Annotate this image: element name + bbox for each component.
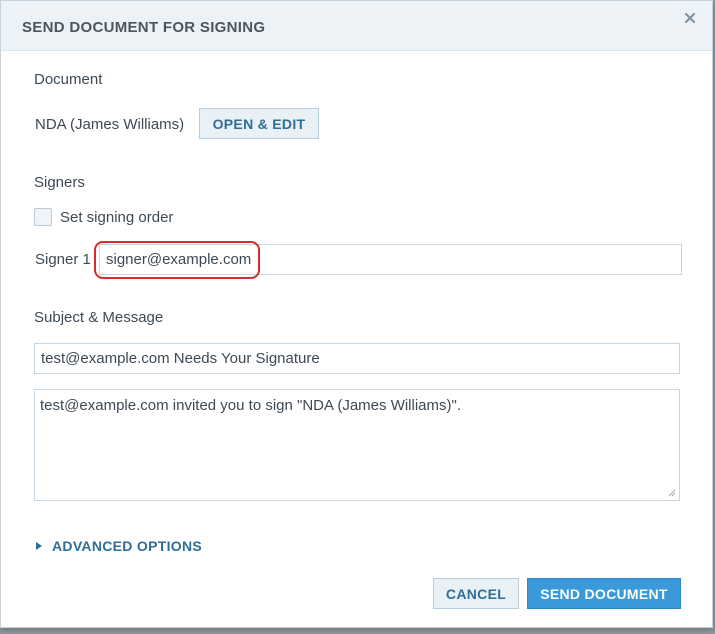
signing-order-label[interactable]: Set signing order — [60, 209, 173, 226]
caret-right-icon — [36, 542, 42, 550]
send-document-button[interactable]: SEND DOCUMENT — [527, 578, 681, 609]
document-name: NDA (James Williams) — [35, 116, 185, 133]
signing-order-checkbox[interactable] — [34, 208, 52, 226]
dialog-title: SEND DOCUMENT FOR SIGNING — [22, 19, 266, 36]
advanced-options-toggle[interactable]: ADVANCED OPTIONS — [36, 538, 202, 554]
open-edit-button[interactable]: OPEN & EDIT — [199, 108, 319, 139]
dialog-header: SEND DOCUMENT FOR SIGNING — [1, 1, 712, 51]
subject-message-section-label: Subject & Message — [34, 309, 164, 326]
signer-1-email-input[interactable]: signer@example.com — [99, 244, 682, 275]
close-icon[interactable] — [684, 12, 698, 26]
send-document-dialog: SEND DOCUMENT FOR SIGNING Document NDA (… — [0, 0, 713, 628]
message-value: test@example.com invited you to sign "ND… — [40, 397, 462, 414]
document-section-label: Document — [34, 71, 103, 88]
signers-section-label: Signers — [34, 174, 85, 191]
advanced-options-label: ADVANCED OPTIONS — [52, 538, 202, 554]
cancel-button[interactable]: CANCEL — [433, 578, 519, 609]
message-textarea[interactable]: test@example.com invited you to sign "ND… — [34, 389, 680, 501]
subject-value: test@example.com Needs Your Signature — [41, 350, 320, 367]
resize-grip-icon[interactable] — [668, 489, 676, 497]
subject-input[interactable]: test@example.com Needs Your Signature — [34, 343, 680, 374]
signer-1-label: Signer 1 — [35, 251, 91, 268]
signer-1-email-value: signer@example.com — [106, 251, 252, 268]
